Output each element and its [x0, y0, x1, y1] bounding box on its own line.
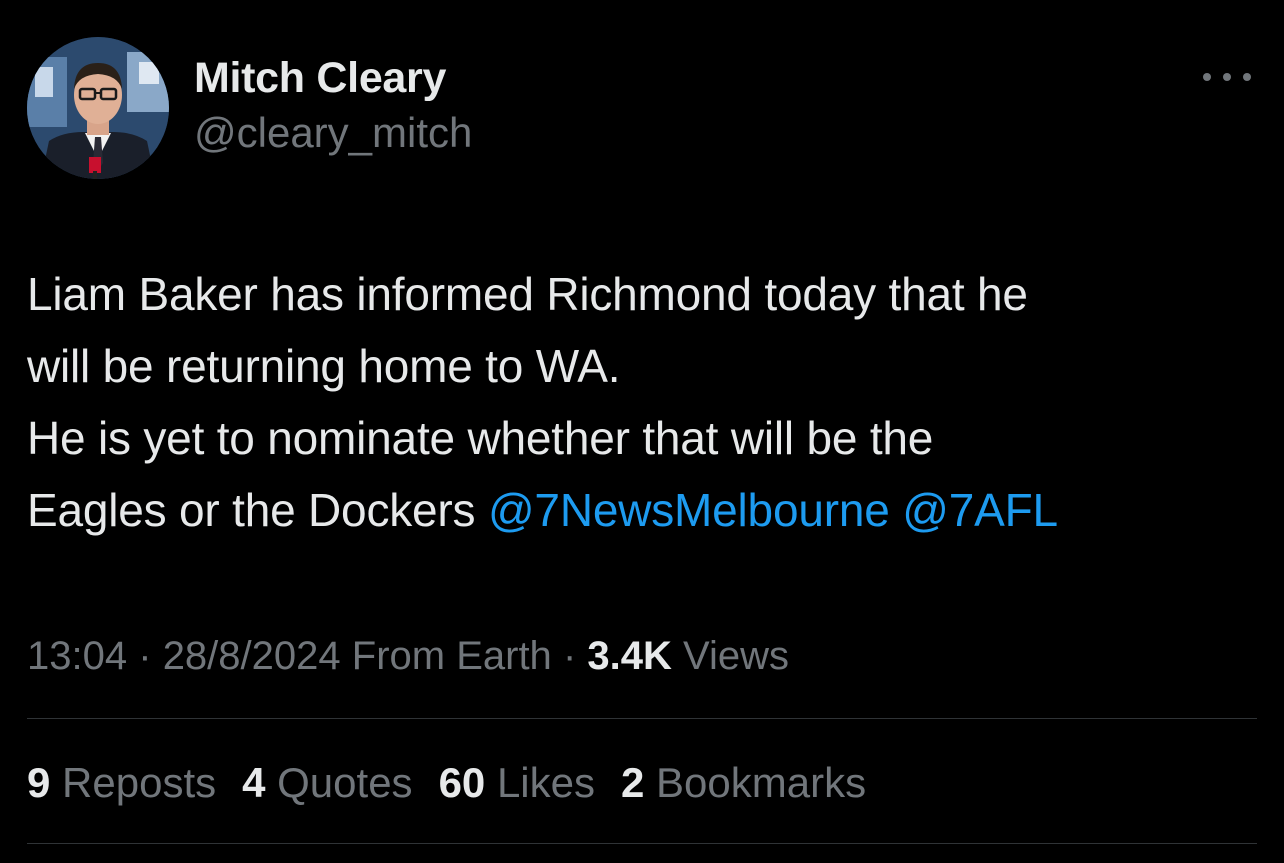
author-names: Mitch Cleary @cleary_mitch — [194, 51, 472, 161]
timestamp-date[interactable]: 28/8/2024 — [163, 634, 341, 678]
bookmarks-label: Bookmarks — [656, 759, 867, 806]
tweet-meta: 13:04 · 28/8/2024 From Earth · 3.4K View… — [27, 630, 789, 682]
display-name[interactable]: Mitch Cleary — [194, 51, 472, 105]
tweet-line: He is yet to nominate whether that will … — [27, 412, 934, 464]
bookmarks-stat[interactable]: 2 Bookmarks — [621, 756, 866, 810]
separator: · — [138, 634, 152, 678]
likes-stat[interactable]: 60 Likes — [439, 756, 595, 810]
quotes-count: 4 — [242, 759, 266, 806]
bookmarks-count: 2 — [621, 759, 645, 806]
tweet-line-with-mentions: Eagles or the Dockers @7NewsMelbourne @7… — [27, 474, 1257, 546]
engagement-stats: 9 Reposts 4 Quotes 60 Likes 2 Bookmarks — [27, 756, 866, 810]
divider — [27, 843, 1257, 844]
dot — [1223, 73, 1231, 81]
reposts-stat[interactable]: 9 Reposts — [27, 756, 216, 810]
quotes-label: Quotes — [277, 759, 413, 806]
divider — [27, 718, 1257, 719]
mention-link[interactable]: @7NewsMelbourne — [488, 484, 890, 536]
dot — [1243, 73, 1251, 81]
quotes-stat[interactable]: 4 Quotes — [242, 756, 412, 810]
tweet-line: will be returning home to WA. — [27, 340, 621, 392]
dot — [1203, 73, 1211, 81]
avatar-photo — [27, 37, 169, 179]
likes-count: 60 — [438, 759, 486, 806]
tweet-source: From Earth — [351, 634, 552, 678]
ellipsis-icon[interactable] — [1203, 65, 1251, 89]
reposts-label: Reposts — [62, 759, 217, 806]
separator: · — [562, 634, 577, 678]
views-count: 3.4K — [587, 634, 672, 678]
tweet-line: Liam Baker has informed Richmond today t… — [27, 268, 1028, 320]
user-handle[interactable]: @cleary_mitch — [194, 105, 472, 161]
avatar[interactable] — [27, 37, 169, 179]
reposts-count: 9 — [27, 759, 51, 806]
tweet-header: Mitch Cleary @cleary_mitch — [27, 37, 1257, 179]
likes-label: Likes — [496, 759, 596, 806]
mention-link[interactable]: @7AFL — [902, 484, 1058, 536]
timestamp-time[interactable]: 13:04 — [27, 634, 127, 678]
tweet-text-segment: Eagles or the Dockers — [27, 484, 476, 536]
tweet-text: Liam Baker has informed Richmond today t… — [27, 258, 1257, 546]
views-label: Views — [683, 634, 789, 678]
